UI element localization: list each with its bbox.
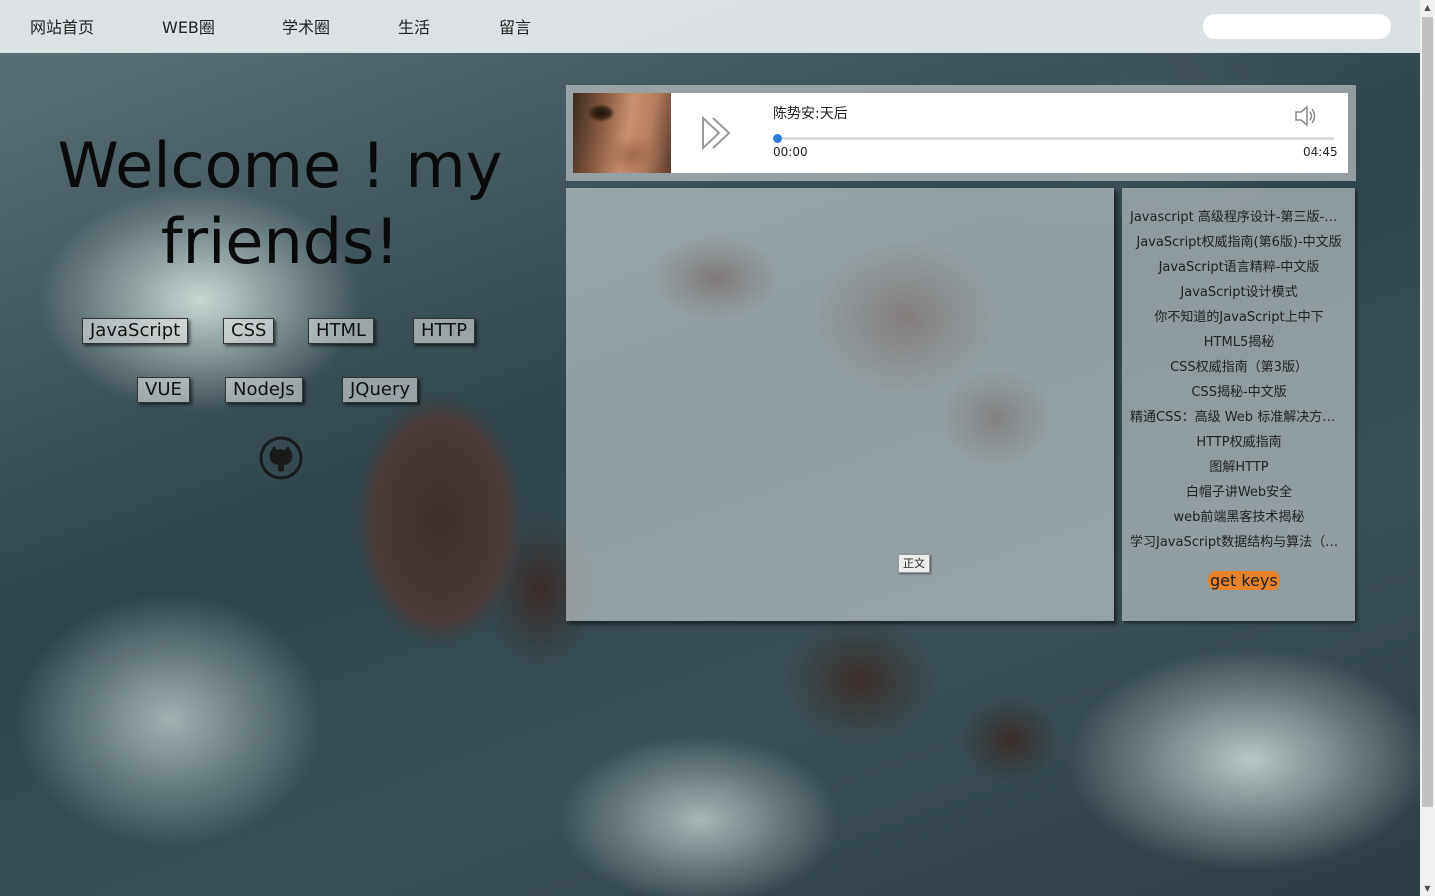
total-time: 04:45 bbox=[1303, 145, 1338, 159]
get-keys-button[interactable]: get keys bbox=[1208, 571, 1280, 590]
current-time: 00:00 bbox=[773, 145, 808, 159]
tag-http[interactable]: HTTP bbox=[413, 318, 476, 344]
tag-vue[interactable]: VUE bbox=[137, 377, 190, 403]
tag-css[interactable]: CSS bbox=[223, 318, 275, 344]
book-item[interactable]: CSS权威指南（第3版） bbox=[1130, 356, 1348, 375]
book-item[interactable]: CSS揭秘-中文版 bbox=[1130, 381, 1348, 400]
nav-item-message[interactable]: 留言 bbox=[499, 14, 531, 38]
book-item[interactable]: JavaScript语言精粹-中文版 bbox=[1130, 256, 1348, 275]
book-item[interactable]: JavaScript设计模式 bbox=[1130, 281, 1348, 300]
book-list: Javascript 高级程序设计-第三版-中文版 JavaScript权威指南… bbox=[1122, 188, 1355, 621]
book-item[interactable]: web前端黑客技术揭秘 bbox=[1130, 506, 1348, 525]
tag-jquery[interactable]: JQuery bbox=[342, 377, 419, 403]
article-button[interactable]: 正文 bbox=[898, 554, 930, 573]
progress-track[interactable] bbox=[777, 137, 1334, 140]
book-item[interactable]: 精通CSS：高级 Web 标准解决方案（第3版） bbox=[1130, 406, 1348, 425]
volume-icon[interactable] bbox=[1293, 103, 1319, 129]
tag-javascript[interactable]: JavaScript bbox=[82, 318, 189, 344]
top-nav: 网站首页 WEB圈 学术圈 生活 留言 bbox=[0, 0, 1420, 53]
play-icon[interactable] bbox=[699, 115, 735, 151]
book-item[interactable]: 白帽子讲Web安全 bbox=[1130, 481, 1348, 500]
progress-knob[interactable] bbox=[773, 134, 782, 143]
welcome-heading: Welcome ! my friends! bbox=[20, 128, 540, 280]
nav-item-web[interactable]: WEB圈 bbox=[162, 14, 215, 38]
song-title: 陈势安:天后 bbox=[773, 106, 848, 122]
tag-nodejs[interactable]: NodeJs bbox=[225, 377, 303, 403]
nav-item-home[interactable]: 网站首页 bbox=[30, 14, 94, 38]
book-item[interactable]: HTML5揭秘 bbox=[1130, 331, 1348, 350]
nav-item-life[interactable]: 生活 bbox=[398, 14, 430, 38]
book-item[interactable]: Javascript 高级程序设计-第三版-中文版 bbox=[1130, 206, 1348, 225]
content-background bbox=[566, 188, 1114, 621]
tag-html[interactable]: HTML bbox=[308, 318, 375, 344]
album-cover bbox=[573, 93, 671, 173]
book-item[interactable]: 学习JavaScript数据结构与算法（第2版） bbox=[1130, 531, 1348, 550]
book-item[interactable]: JavaScript权威指南(第6版)-中文版 bbox=[1130, 231, 1348, 250]
nav-item-academic[interactable]: 学术圈 bbox=[282, 14, 330, 38]
welcome-line-1: Welcome ! my bbox=[57, 129, 503, 202]
book-item[interactable]: HTTP权威指南 bbox=[1130, 431, 1348, 450]
welcome-line-2: friends! bbox=[160, 205, 400, 278]
scroll-thumb[interactable] bbox=[1422, 17, 1433, 807]
page-scrollbar[interactable]: ▲ ▼ bbox=[1420, 0, 1435, 896]
scroll-down-icon[interactable]: ▼ bbox=[1420, 881, 1435, 896]
music-player: 陈势安:天后 00:00 04:45 bbox=[573, 93, 1348, 173]
github-icon[interactable] bbox=[259, 436, 303, 480]
content-panel: 正文 bbox=[566, 188, 1114, 621]
book-item[interactable]: 你不知道的JavaScript上中下 bbox=[1130, 306, 1348, 325]
book-item[interactable]: 图解HTTP bbox=[1130, 456, 1348, 475]
search-input[interactable] bbox=[1203, 14, 1391, 39]
scroll-up-icon[interactable]: ▲ bbox=[1420, 0, 1435, 15]
